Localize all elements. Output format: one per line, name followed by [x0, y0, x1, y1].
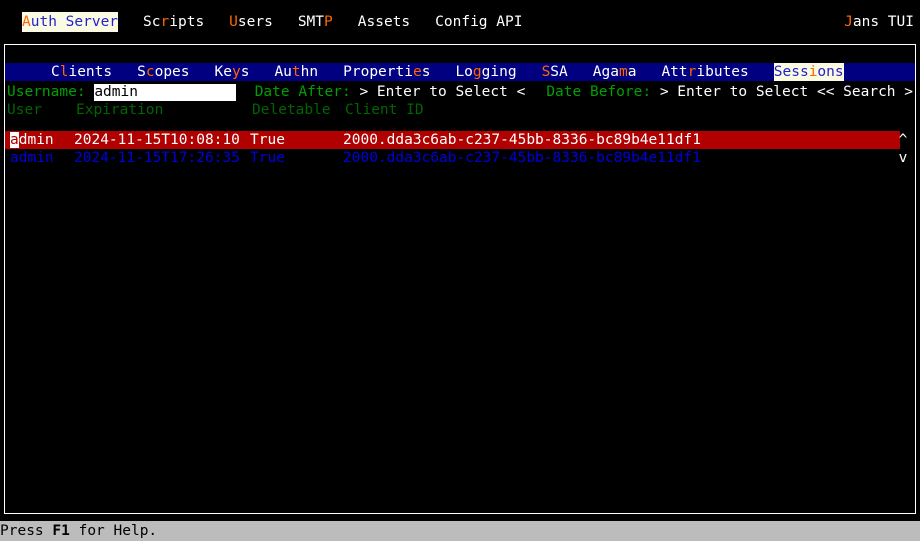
cell-user: admin	[10, 149, 54, 167]
filter-space-3	[525, 83, 546, 101]
subtab-gap-2	[249, 63, 274, 81]
status-prefix: Press	[0, 521, 52, 541]
subtab-logging[interactable]: Logging	[455, 63, 516, 81]
cell-expiration: 2024-11-15T10:08:10	[74, 131, 240, 149]
subtab-gap-8	[749, 63, 774, 81]
table-row[interactable]: admin 2024-11-15T10:08:10 True 2000.dda3…	[5, 131, 900, 149]
menu-item-auth-server[interactable]: Auth Server	[22, 12, 118, 32]
cell-user-rest: dmin	[19, 132, 54, 148]
hotkey-char: e	[413, 64, 422, 80]
menu-item-scripts[interactable]: Scripts	[143, 12, 204, 32]
search-button[interactable]: < Search >	[826, 83, 913, 101]
menu-item-users[interactable]: Users	[229, 12, 273, 32]
hotkey-char: r	[161, 14, 170, 30]
hotkey-char: r	[688, 64, 697, 80]
hotkey-char: J	[844, 14, 853, 30]
menu-item-config-api[interactable]: Config API	[435, 12, 522, 32]
date-before-filter-value[interactable]: > Enter to Select <	[660, 83, 826, 101]
hotkey-char: l	[60, 64, 69, 80]
username-search-input[interactable]	[94, 84, 236, 101]
menubar-spacer-2	[273, 13, 298, 31]
date-after-filter-label: Date After:	[255, 83, 351, 101]
cell-client-id: 2000.dda3c6ab-c237-45bb-8336-bc89b4e11df…	[343, 149, 701, 167]
hotkey-char: A	[22, 14, 31, 30]
subtab-clients[interactable]: Clients	[51, 63, 112, 81]
main-panel-frame: Clients Scopes Keys Authn Properties Log…	[4, 44, 916, 514]
cell-deletable: True	[250, 131, 285, 149]
subtab-agama[interactable]: Agama	[593, 63, 637, 81]
subtab-gap-3	[318, 63, 343, 81]
cell-user: admin	[10, 131, 54, 149]
hotkey-char: P	[324, 14, 333, 30]
session-filter-row: Username: Date After: > Enter to Select …	[7, 83, 913, 101]
scroll-down-icon[interactable]: v	[897, 149, 909, 167]
hotkey-char: S	[542, 64, 551, 80]
status-bar: Press F1 for Help.	[0, 521, 920, 541]
hotkey-char: c	[146, 64, 155, 80]
subtab-ssa[interactable]: SSA	[542, 63, 568, 81]
menubar-spacer-4	[410, 13, 435, 31]
subtab-properties[interactable]: Properties	[343, 63, 430, 81]
menu-item-smtp[interactable]: SMTP	[298, 12, 333, 32]
filter-space-0	[86, 83, 95, 101]
subtab-attributes[interactable]: Attributes	[661, 63, 748, 81]
column-header-deletable: Deletable	[252, 101, 331, 119]
menu-item-assets[interactable]: Assets	[358, 12, 410, 32]
cell-client-id: 2000.dda3c6ab-c237-45bb-8336-bc89b4e11df…	[343, 131, 701, 149]
module-subtab-bar: Clients Scopes Keys Authn Properties Log…	[5, 63, 915, 81]
menubar-spacer-3	[333, 13, 358, 31]
subtab-left-pad	[5, 63, 51, 81]
subtab-gap-4	[430, 63, 455, 81]
username-filter-label: Username:	[7, 83, 86, 101]
subtab-gap-7	[636, 63, 661, 81]
table-scrollbar[interactable]	[911, 131, 913, 511]
hotkey-char: U	[229, 14, 238, 30]
cell-deletable: True	[250, 149, 285, 167]
subtab-gap-6	[568, 63, 593, 81]
subtab-keys[interactable]: Keys	[215, 63, 250, 81]
subtab-gap-5	[517, 63, 542, 81]
scroll-up-icon[interactable]: ^	[897, 131, 909, 149]
filter-space-1	[236, 83, 254, 101]
menubar-left-pad	[0, 13, 22, 31]
subtab-sessions[interactable]: Sessions	[774, 63, 844, 81]
hotkey-char: g	[473, 64, 482, 80]
filter-space-4	[651, 83, 660, 101]
status-suffix: for Help.	[70, 521, 157, 541]
subtab-gap-0	[112, 63, 137, 81]
main-menubar: Auth Server Scripts Users SMTP Assets Co…	[0, 10, 920, 34]
hotkey-char: i	[809, 64, 818, 80]
filter-space-2	[351, 83, 360, 101]
column-header-client-id: Client ID	[345, 101, 424, 119]
date-before-filter-label: Date Before:	[546, 83, 651, 101]
subtab-gap-1	[190, 63, 215, 81]
terminal-screen: Auth Server Scripts Users SMTP Assets Co…	[0, 0, 920, 541]
menubar-spacer-1	[204, 13, 229, 31]
hotkey-char: m	[619, 64, 628, 80]
row-cursor-char: a	[10, 132, 19, 148]
table-row[interactable]: admin 2024-11-15T17:26:35 True 2000.dda3…	[5, 149, 900, 167]
hotkey-char: y	[232, 64, 241, 80]
app-brand-label: Jans TUI	[844, 13, 920, 31]
sessions-table-body[interactable]: admin 2024-11-15T10:08:10 True 2000.dda3…	[5, 131, 915, 511]
subtab-authn[interactable]: Authn	[274, 63, 318, 81]
cell-expiration: 2024-11-15T17:26:35	[74, 149, 240, 167]
date-after-filter-value[interactable]: > Enter to Select <	[359, 83, 525, 101]
sessions-table-header: User Expiration Deletable Client ID	[7, 101, 913, 119]
subtab-scopes[interactable]: Scopes	[137, 63, 189, 81]
column-header-expiration: Expiration	[76, 101, 163, 119]
status-help-key[interactable]: F1	[52, 521, 69, 541]
menubar-spacer-0	[118, 13, 143, 31]
column-header-user: User	[7, 101, 42, 119]
hotkey-char: t	[292, 64, 301, 80]
